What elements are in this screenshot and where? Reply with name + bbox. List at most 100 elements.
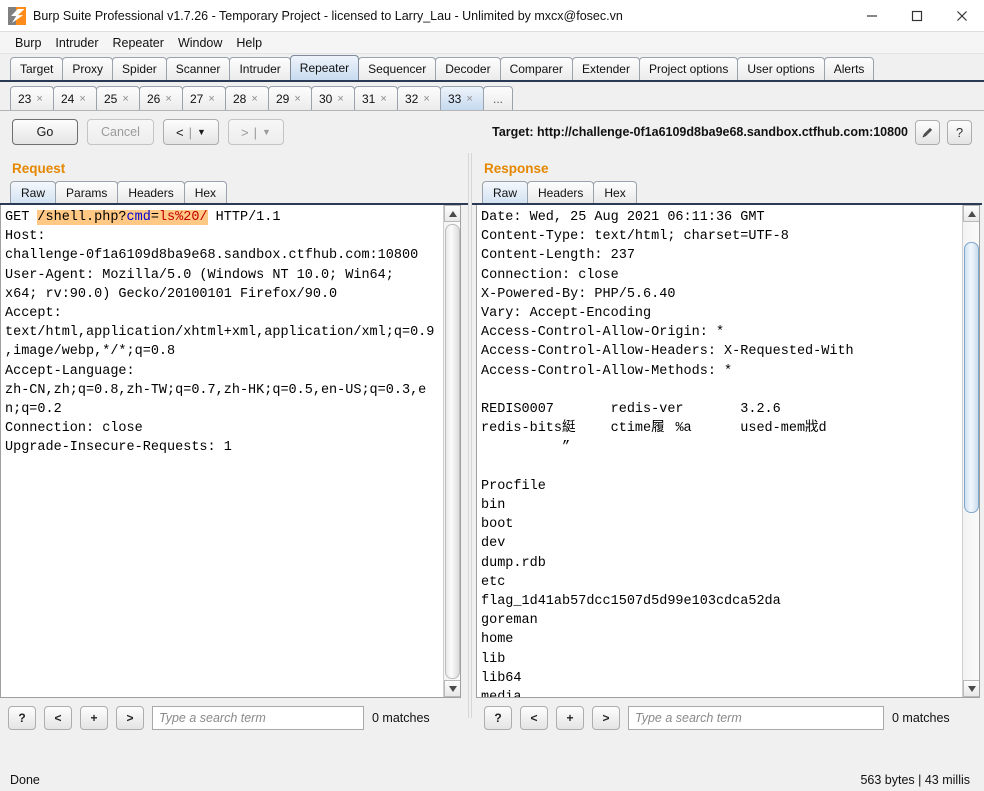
close-icon[interactable]: × — [294, 93, 300, 105]
request-param-name: cmd — [126, 210, 151, 225]
response-editor-wrap: Date: Wed, 25 Aug 2021 06:11:36 GMT Cont… — [476, 205, 980, 698]
request-param-equals: = — [150, 210, 159, 225]
close-icon[interactable]: × — [79, 93, 85, 105]
close-icon[interactable]: × — [36, 93, 42, 105]
response-editor[interactable]: Date: Wed, 25 Aug 2021 06:11:36 GMT Cont… — [477, 205, 979, 697]
forward-button[interactable]: > | ▼ — [227, 119, 284, 145]
response-metrics: 563 bytes | 43 millis — [860, 773, 970, 787]
response-vertical-scrollbar[interactable] — [962, 205, 979, 697]
tab-proxy[interactable]: Proxy — [62, 57, 114, 80]
close-icon[interactable]: × — [337, 93, 343, 105]
repeater-tab-label: 25 — [104, 91, 118, 106]
menu-item-intruder[interactable]: Intruder — [48, 34, 105, 52]
repeater-tab-label: 26 — [147, 91, 161, 106]
request-search-next-button[interactable]: > — [116, 705, 144, 730]
menu-bar: Burp Intruder Repeater Window Help — [0, 32, 984, 54]
request-tab-headers[interactable]: Headers — [117, 181, 185, 203]
request-highlighted-path: /shell.php?cmd=ls%20/ — [37, 210, 208, 225]
repeater-tab-23[interactable]: 23 × — [10, 86, 54, 110]
tab-comparer[interactable]: Comparer — [499, 57, 573, 80]
minimize-icon[interactable] — [849, 0, 894, 32]
request-search-input[interactable]: Type a search term — [152, 705, 364, 730]
maximize-icon[interactable] — [894, 0, 939, 32]
chevron-down-icon[interactable]: ▼ — [197, 127, 206, 137]
main-tab-strip: Target Proxy Spider Scanner Intruder Rep… — [0, 54, 984, 82]
menu-item-repeater[interactable]: Repeater — [106, 34, 171, 52]
repeater-tab-24[interactable]: 24 × — [53, 86, 97, 110]
status-bar: Done 563 bytes | 43 millis — [0, 769, 984, 791]
repeater-tab-label: 27 — [190, 91, 204, 106]
close-icon[interactable]: × — [423, 93, 429, 105]
pencil-icon[interactable] — [915, 119, 940, 145]
request-search-help-button[interactable]: ? — [8, 705, 36, 730]
response-search-bar: ? < + > Type a search term 0 matches — [472, 698, 982, 732]
tab-scanner[interactable]: Scanner — [165, 57, 231, 80]
go-button[interactable]: Go — [12, 119, 78, 145]
repeater-tab-31[interactable]: 31 × — [354, 86, 398, 110]
request-editor[interactable]: GET /shell.php?cmd=ls%20/ HTTP/1.1 Host:… — [1, 205, 460, 697]
close-icon[interactable]: × — [165, 93, 171, 105]
close-icon[interactable]: × — [251, 93, 257, 105]
tab-spider[interactable]: Spider — [112, 57, 167, 80]
close-icon[interactable]: × — [208, 93, 214, 105]
request-search-bar: ? < + > Type a search term 0 matches — [0, 698, 468, 732]
scroll-down-icon[interactable] — [444, 680, 460, 697]
response-tab-headers[interactable]: Headers — [527, 181, 595, 203]
request-param-value: ls%20/ — [158, 210, 208, 225]
response-search-prev-button[interactable]: < — [520, 705, 548, 730]
response-search-input[interactable]: Type a search term — [628, 705, 884, 730]
question-mark-icon[interactable]: ? — [947, 119, 972, 145]
repeater-tab-label: 33 — [448, 91, 462, 106]
response-tab-hex[interactable]: Hex — [593, 181, 637, 203]
back-button[interactable]: < | ▼ — [162, 119, 219, 145]
request-search-add-button[interactable]: + — [80, 705, 108, 730]
response-tab-strip: Raw Headers Hex — [472, 180, 982, 205]
tab-user-options[interactable]: User options — [737, 57, 825, 80]
tab-repeater[interactable]: Repeater — [289, 55, 360, 80]
menu-item-window[interactable]: Window — [171, 34, 229, 52]
scroll-down-icon[interactable] — [963, 680, 979, 697]
request-tab-hex[interactable]: Hex — [183, 181, 228, 203]
cancel-button[interactable]: Cancel — [87, 119, 154, 145]
tab-project-options[interactable]: Project options — [638, 57, 739, 80]
repeater-tab-27[interactable]: 27 × — [182, 86, 226, 110]
response-search-add-button[interactable]: + — [556, 705, 584, 730]
close-icon[interactable]: × — [122, 93, 128, 105]
repeater-tab-overflow[interactable]: ... — [483, 86, 513, 110]
response-tab-raw[interactable]: Raw — [482, 181, 529, 203]
request-search-prev-button[interactable]: < — [44, 705, 72, 730]
chevron-down-icon[interactable]: ▼ — [262, 127, 271, 137]
request-vertical-scrollbar[interactable] — [443, 205, 460, 697]
request-tab-raw[interactable]: Raw — [10, 181, 57, 203]
close-icon[interactable] — [939, 0, 984, 32]
response-search-help-button[interactable]: ? — [484, 705, 512, 730]
repeater-tab-28[interactable]: 28 × — [225, 86, 269, 110]
close-icon[interactable]: × — [466, 93, 472, 105]
repeater-tab-25[interactable]: 25 × — [96, 86, 140, 110]
tab-extender[interactable]: Extender — [571, 57, 640, 80]
scroll-up-icon[interactable] — [444, 205, 460, 222]
scrollbar-thumb[interactable] — [964, 242, 979, 513]
close-icon[interactable]: × — [380, 93, 386, 105]
request-http-version: HTTP/1.1 — [207, 210, 281, 225]
repeater-tab-30[interactable]: 30 × — [311, 86, 355, 110]
tab-alerts[interactable]: Alerts — [823, 57, 875, 80]
response-search-next-button[interactable]: > — [592, 705, 620, 730]
target-area: Target: http://challenge-0f1a6109d8ba9e6… — [492, 111, 972, 153]
menu-item-burp[interactable]: Burp — [8, 34, 48, 52]
request-editor-wrap: GET /shell.php?cmd=ls%20/ HTTP/1.1 Host:… — [0, 205, 461, 698]
scroll-up-icon[interactable] — [963, 205, 979, 222]
tab-intruder[interactable]: Intruder — [229, 57, 291, 80]
repeater-tab-33[interactable]: 33 × — [440, 86, 484, 110]
request-tab-params[interactable]: Params — [55, 181, 119, 203]
tab-sequencer[interactable]: Sequencer — [358, 57, 437, 80]
menu-item-help[interactable]: Help — [229, 34, 269, 52]
tab-target[interactable]: Target — [10, 57, 64, 80]
scrollbar-thumb[interactable] — [445, 224, 460, 679]
tab-decoder[interactable]: Decoder — [435, 57, 501, 80]
repeater-tab-32[interactable]: 32 × — [397, 86, 441, 110]
request-path: /shell.php? — [37, 210, 127, 225]
repeater-tab-26[interactable]: 26 × — [139, 86, 183, 110]
request-tab-strip: Raw Params Headers Hex — [0, 180, 468, 205]
repeater-tab-29[interactable]: 29 × — [268, 86, 312, 110]
